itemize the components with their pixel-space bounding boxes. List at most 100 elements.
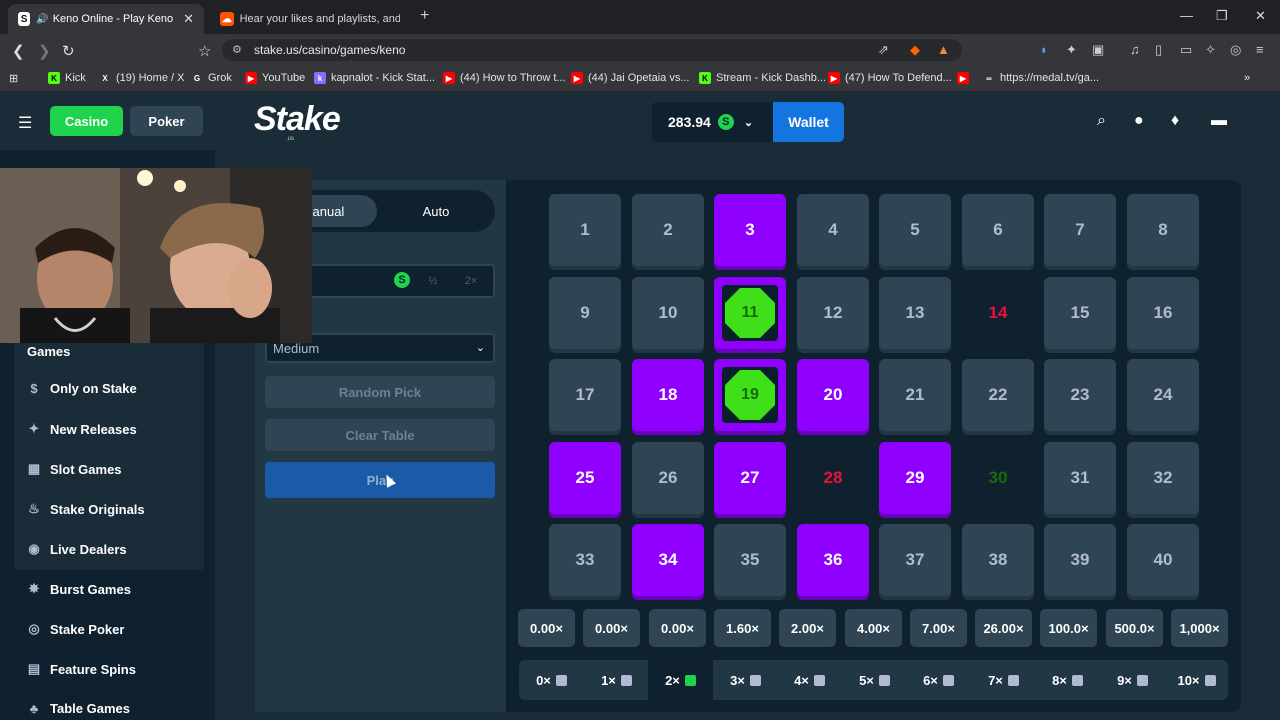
bookmark-item[interactable]: K Stream - Kick Dashb... [699,72,826,84]
keno-tile-25[interactable]: 25 [549,442,621,514]
close-window-icon[interactable]: ✕ [1255,8,1266,24]
sidebar-item-feature-spins[interactable]: ▤ Feature Spins [26,661,136,677]
sidebar-item-only-on-stake[interactable]: $ Only on Stake [26,381,136,396]
apps-icon[interactable]: ⊞ [9,72,18,85]
keno-tile-9[interactable]: 9 [549,277,621,349]
tab-soundcloud[interactable]: ☁ Hear your likes and playlists, and tra [210,4,410,34]
stake-logo[interactable]: Stake [254,100,341,139]
keno-tile-36[interactable]: 36 [797,524,869,596]
bookmark-item[interactable]: G Grok [191,72,232,84]
sidebar-item-stake-originals[interactable]: ♨ Stake Originals [26,501,144,517]
bookmark-item[interactable]: ▶ [957,72,974,84]
keno-tile-11[interactable]: 11 [714,277,786,349]
keno-tile-2[interactable]: 2 [632,194,704,266]
new-tab-icon[interactable]: + [420,7,429,25]
casino-button[interactable]: Casino [50,106,123,136]
keno-tile-39[interactable]: 39 [1044,524,1116,596]
tab-auto[interactable]: Auto [382,195,490,227]
keno-tile-30[interactable]: 30 [962,442,1034,514]
random-pick-button[interactable]: Random Pick [265,376,495,408]
sidebar-item-slot-games[interactable]: ▦ Slot Games [26,461,122,477]
brave-shield-icon[interactable]: ◆ [910,42,920,58]
audio-icon[interactable]: ◗ [1040,42,1048,57]
search-icon[interactable]: ⌕ [1097,112,1106,130]
keno-tile-15[interactable]: 15 [1044,277,1116,349]
poker-button[interactable]: Poker [130,106,203,136]
maximize-icon[interactable]: ❐ [1216,8,1228,24]
user-icon[interactable]: ● [1134,112,1144,130]
play-button[interactable]: Play [265,462,495,498]
keno-tile-32[interactable]: 32 [1127,442,1199,514]
keno-tile-37[interactable]: 37 [879,524,951,596]
bookmark-item[interactable]: ▶ (44) Jai Opetaia vs... [571,72,690,84]
keno-tile-29[interactable]: 29 [879,442,951,514]
keno-tile-7[interactable]: 7 [1044,194,1116,266]
close-tab-icon[interactable]: ✕ [183,11,194,27]
screenshot-icon[interactable]: ▣ [1092,42,1104,58]
keno-tile-18[interactable]: 18 [632,359,704,431]
wallet-ext-icon[interactable]: ▭ [1180,42,1192,58]
minimize-icon[interactable]: — [1180,8,1193,23]
forward-icon[interactable]: ❯ [38,42,51,60]
keno-tile-19[interactable]: 19 [714,359,786,431]
keno-tile-13[interactable]: 13 [879,277,951,349]
sidebar-item-new-releases[interactable]: ✦ New Releases [26,421,137,437]
site-info-icon[interactable]: ⚙ [232,43,242,56]
wallet-button[interactable]: Wallet [773,102,844,142]
keno-tile-14[interactable]: 14 [962,277,1034,349]
url-field[interactable]: ⚙ stake.us/casino/games/keno [222,39,962,61]
notification-bell-icon[interactable]: ♦ [1171,112,1179,130]
keno-tile-31[interactable]: 31 [1044,442,1116,514]
tab-keno[interactable]: S 🔊 Keno Online - Play Keno Gam ✕ [8,4,204,34]
keno-tile-21[interactable]: 21 [879,359,951,431]
chat-icon[interactable]: ▬ [1211,112,1227,130]
keno-tile-24[interactable]: 24 [1127,359,1199,431]
clear-table-button[interactable]: Clear Table [265,419,495,451]
bookmark-item[interactable]: ▶ (44) How to Throw t... [443,72,566,84]
share-icon[interactable]: ⇗ [878,42,889,58]
hamburger-menu-icon[interactable]: ☰ [18,113,32,133]
rewards-icon[interactable]: ▲ [937,42,950,57]
leo-icon[interactable]: ✧ [1205,42,1216,58]
back-icon[interactable]: ❮ [12,42,25,60]
bookmark-item[interactable]: X (19) Home / X [99,72,184,84]
media-icon[interactable]: ♫ [1130,42,1140,57]
keno-tile-8[interactable]: 8 [1127,194,1199,266]
keno-tile-23[interactable]: 23 [1044,359,1116,431]
keno-tile-1[interactable]: 1 [549,194,621,266]
keno-tile-10[interactable]: 10 [632,277,704,349]
vpn-icon[interactable]: ◎ [1230,42,1241,58]
sidebar-item-burst-games[interactable]: ✸ Burst Games [26,581,131,597]
keno-tile-17[interactable]: 17 [549,359,621,431]
sidebar-item-stake-poker[interactable]: ◎ Stake Poker [26,621,124,637]
menu-icon[interactable]: ≡ [1256,42,1264,57]
keno-tile-33[interactable]: 33 [549,524,621,596]
keno-tile-38[interactable]: 38 [962,524,1034,596]
bookmark-item[interactable]: k kapnalot - Kick Stat... [314,72,435,84]
bookmark-item[interactable]: K Kick [48,72,86,84]
sidebar-item-table-games[interactable]: ♣ Table Games [26,701,130,716]
keno-tile-35[interactable]: 35 [714,524,786,596]
keno-tile-16[interactable]: 16 [1127,277,1199,349]
keno-tile-40[interactable]: 40 [1127,524,1199,596]
keno-tile-22[interactable]: 22 [962,359,1034,431]
keno-tile-27[interactable]: 27 [714,442,786,514]
bookmark-icon[interactable]: ☆ [198,42,211,60]
bookmark-item[interactable]: ▶ YouTube [245,72,305,84]
keno-tile-6[interactable]: 6 [962,194,1034,266]
reload-icon[interactable]: ↻ [62,42,75,60]
half-bet-button[interactable]: ½ [418,264,448,298]
bookmark-item[interactable]: ∞ https://medal.tv/ga... [983,72,1099,84]
keno-tile-12[interactable]: 12 [797,277,869,349]
double-bet-button[interactable]: 2× [456,264,486,298]
sidebar-item-live-dealers[interactable]: ◉ Live Dealers [26,541,126,557]
extensions-icon[interactable]: ✦ [1066,42,1077,58]
keno-tile-4[interactable]: 4 [797,194,869,266]
keno-tile-20[interactable]: 20 [797,359,869,431]
keno-tile-3[interactable]: 3 [714,194,786,266]
sidebar-toggle-icon[interactable]: ▯ [1155,42,1162,58]
keno-tile-28[interactable]: 28 [797,442,869,514]
balance-selector[interactable]: 283.94 S ⌄ [652,102,773,142]
more-bookmarks-icon[interactable]: » [1244,72,1250,84]
keno-tile-26[interactable]: 26 [632,442,704,514]
